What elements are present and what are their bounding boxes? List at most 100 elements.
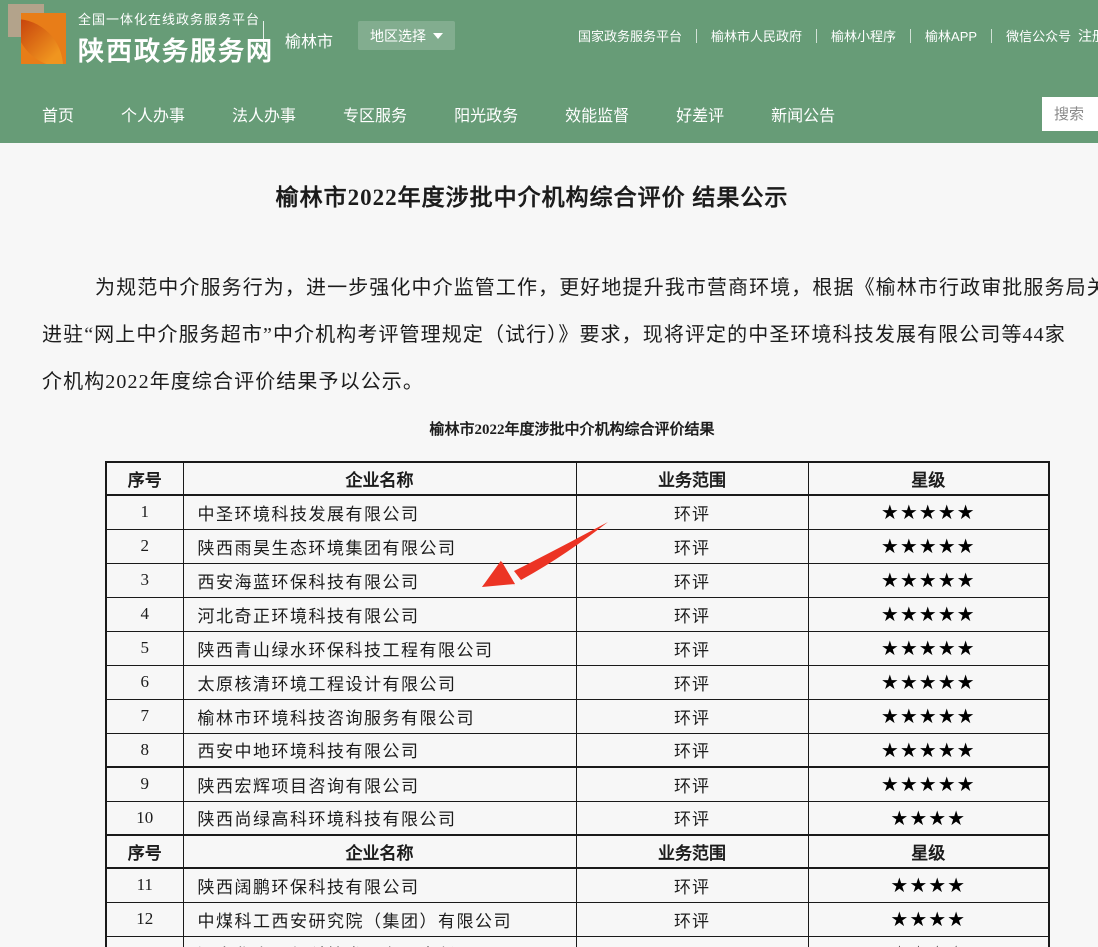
paragraph-line-3: 介机构2022年度综合评价结果予以公示。 [42, 359, 1098, 406]
table-header-row: 序号企业名称业务范围星级 [106, 835, 1049, 868]
paragraph-line-2: 进驻“网上中介服务超市”中介机构考评管理规定（试行）》要求，现将评定的中圣环境科… [42, 312, 1098, 359]
main-nav: 首页 个人办事 法人办事 专区服务 阳光政务 效能监督 好差评 新闻公告 [0, 84, 1098, 143]
cell-seq: 7 [106, 699, 183, 733]
nav-item-1[interactable]: 个人办事 [121, 102, 185, 126]
cell-seq: 5 [106, 631, 183, 665]
page: { "colors": { "header_green": "#679c77",… [0, 0, 1098, 947]
link-divider [696, 29, 697, 43]
table-row: 8西安中地环境科技有限公司环评★★★★★ [106, 733, 1049, 767]
nav-item-4[interactable]: 阳光政务 [454, 102, 518, 126]
table-caption: 榆林市2022年度涉批中介机构综合评价结果 [42, 418, 1098, 439]
header-link-0[interactable]: 国家政务服务平台 [578, 26, 682, 45]
column-header: 星级 [808, 835, 1049, 868]
nav-item-7[interactable]: 新闻公告 [771, 102, 835, 126]
cell-company-name: 陕西尚绿高科环境科技有限公司 [183, 801, 576, 835]
paragraph-line-1: 为规范中介服务行为，进一步强化中介监管工作，更好地提升我市营商环境，根据《榆林市… [42, 265, 1098, 312]
cell-star-rating: ★★★★★ [808, 529, 1049, 563]
content-area: 榆林市2022年度涉批中介机构综合评价 结果公示 为规范中介服务行为，进一步强化… [0, 143, 1098, 947]
table-row: 9陕西宏辉项目咨询有限公司环评★★★★★ [106, 767, 1049, 801]
register-link[interactable]: 注册 [1078, 26, 1098, 46]
cell-company-name: 中圣环境科技发展有限公司 [183, 495, 576, 529]
column-header: 企业名称 [183, 462, 576, 495]
cell-seq: 3 [106, 563, 183, 597]
cell-seq: 10 [106, 801, 183, 835]
brand-block: 全国一体化在线政务服务平台 陕西政务服务网 [78, 9, 274, 68]
cell-company-name: 陕西阔鹏环保科技有限公司 [183, 868, 576, 902]
page-title: 榆林市2022年度涉批中介机构综合评价 结果公示 [42, 178, 1022, 212]
cell-star-rating: ★★★★★ [808, 699, 1049, 733]
header-top-row: 全国一体化在线政务服务平台 陕西政务服务网 榆林市 地区选择 国家政务服务平台 榆… [0, 0, 1098, 84]
region-selector-label: 地区选择 [370, 26, 426, 46]
cell-company-name: 中煤科工西安研究院（集团）有限公司 [183, 902, 576, 936]
table-row: 13渭南华山环保科技发展有限责任公司环评★★★★ [106, 936, 1049, 947]
cell-business-scope: 环评 [576, 495, 808, 529]
column-header: 企业名称 [183, 835, 576, 868]
header-link-1[interactable]: 榆林市人民政府 [711, 26, 802, 45]
table-row: 2陕西雨昊生态环境集团有限公司环评★★★★★ [106, 529, 1049, 563]
column-header: 业务范围 [576, 835, 808, 868]
cell-business-scope: 环评 [576, 665, 808, 699]
site-logo-icon [8, 4, 70, 64]
cell-seq: 11 [106, 868, 183, 902]
cell-seq: 9 [106, 767, 183, 801]
table-row: 7榆林市环境科技咨询服务有限公司环评★★★★★ [106, 699, 1049, 733]
evaluation-results-table: 序号企业名称业务范围星级 1中圣环境科技发展有限公司环评★★★★★2陕西雨昊生态… [105, 461, 1050, 947]
table-row: 1中圣环境科技发展有限公司环评★★★★★ [106, 495, 1049, 529]
chevron-down-icon [433, 33, 443, 39]
region-selector-button[interactable]: 地区选择 [358, 21, 455, 50]
intro-paragraph: 为规范中介服务行为，进一步强化中介监管工作，更好地提升我市营商环境，根据《榆林市… [42, 265, 1098, 406]
current-city-label: 榆林市 [285, 28, 333, 52]
header-link-4[interactable]: 微信公众号 [1006, 26, 1071, 45]
cell-company-name: 河北奇正环境科技有限公司 [183, 597, 576, 631]
cell-business-scope: 环评 [576, 699, 808, 733]
cell-seq: 2 [106, 529, 183, 563]
cell-business-scope: 环评 [576, 733, 808, 767]
cell-star-rating: ★★★★★ [808, 767, 1049, 801]
logo-leaf-shape [21, 19, 63, 64]
nav-item-5[interactable]: 效能监督 [565, 102, 629, 126]
table-row: 11陕西阔鹏环保科技有限公司环评★★★★ [106, 868, 1049, 902]
nav-item-0[interactable]: 首页 [42, 102, 74, 126]
cell-company-name: 西安海蓝环保科技有限公司 [183, 563, 576, 597]
link-divider [991, 29, 992, 43]
cell-company-name: 陕西雨昊生态环境集团有限公司 [183, 529, 576, 563]
nav-item-2[interactable]: 法人办事 [232, 102, 296, 126]
cell-star-rating: ★★★★ [808, 902, 1049, 936]
table-row: 6太原核清环境工程设计有限公司环评★★★★★ [106, 665, 1049, 699]
search-input[interactable] [1042, 97, 1098, 131]
cell-business-scope: 环评 [576, 868, 808, 902]
cell-star-rating: ★★★★★ [808, 733, 1049, 767]
cell-business-scope: 环评 [576, 597, 808, 631]
header-link-2[interactable]: 榆林小程序 [831, 26, 896, 45]
site-title: 陕西政务服务网 [78, 31, 274, 68]
header-link-3[interactable]: 榆林APP [925, 26, 977, 45]
cell-company-name: 太原核清环境工程设计有限公司 [183, 665, 576, 699]
table-row: 5陕西青山绿水环保科技工程有限公司环评★★★★★ [106, 631, 1049, 665]
cell-star-rating: ★★★★ [808, 868, 1049, 902]
cell-star-rating: ★★★★★ [808, 563, 1049, 597]
cell-seq: 4 [106, 597, 183, 631]
cell-star-rating: ★★★★ [808, 801, 1049, 835]
cell-business-scope: 环评 [576, 529, 808, 563]
cell-star-rating: ★★★★★ [808, 665, 1049, 699]
cell-star-rating: ★★★★★ [808, 631, 1049, 665]
table-row: 3西安海蓝环保科技有限公司环评★★★★★ [106, 563, 1049, 597]
column-header: 业务范围 [576, 462, 808, 495]
nav-item-3[interactable]: 专区服务 [343, 102, 407, 126]
nav-items: 首页 个人办事 法人办事 专区服务 阳光政务 效能监督 好差评 新闻公告 [0, 102, 835, 126]
cell-business-scope: 环评 [576, 563, 808, 597]
cell-business-scope: 环评 [576, 767, 808, 801]
cell-star-rating: ★★★★★ [808, 495, 1049, 529]
table-header-row: 序号企业名称业务范围星级 [106, 462, 1049, 495]
column-header: 序号 [106, 462, 183, 495]
cell-company-name: 榆林市环境科技咨询服务有限公司 [183, 699, 576, 733]
document: 榆林市2022年度涉批中介机构综合评价 结果公示 为规范中介服务行为，进一步强化… [42, 143, 1098, 947]
link-divider [816, 29, 817, 43]
table-row: 10陕西尚绿高科环境科技有限公司环评★★★★ [106, 801, 1049, 835]
header-divider [263, 21, 264, 55]
cell-business-scope: 环评 [576, 936, 808, 947]
nav-item-6[interactable]: 好差评 [676, 102, 724, 126]
column-header: 星级 [808, 462, 1049, 495]
cell-star-rating: ★★★★ [808, 936, 1049, 947]
platform-tagline: 全国一体化在线政务服务平台 [78, 9, 274, 28]
